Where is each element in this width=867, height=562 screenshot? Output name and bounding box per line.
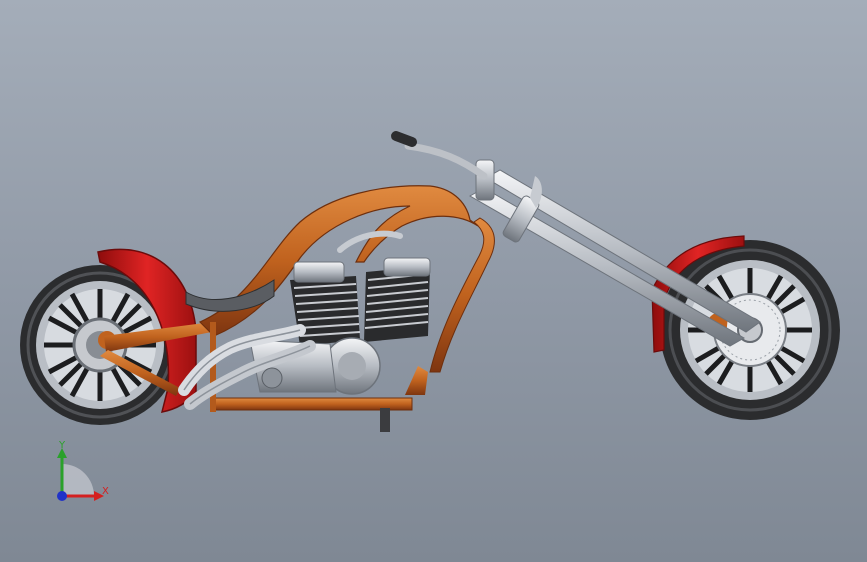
x-axis-label: X bbox=[102, 486, 109, 497]
coordinate-triad: Y X bbox=[40, 438, 120, 508]
handlebar[interactable] bbox=[391, 131, 488, 180]
motorcycle-model[interactable] bbox=[0, 0, 867, 562]
graphics-viewport[interactable]: Y X bbox=[0, 0, 867, 562]
z-axis-point bbox=[57, 491, 67, 501]
y-axis-label: Y bbox=[59, 440, 66, 451]
down-tube[interactable] bbox=[429, 217, 495, 373]
